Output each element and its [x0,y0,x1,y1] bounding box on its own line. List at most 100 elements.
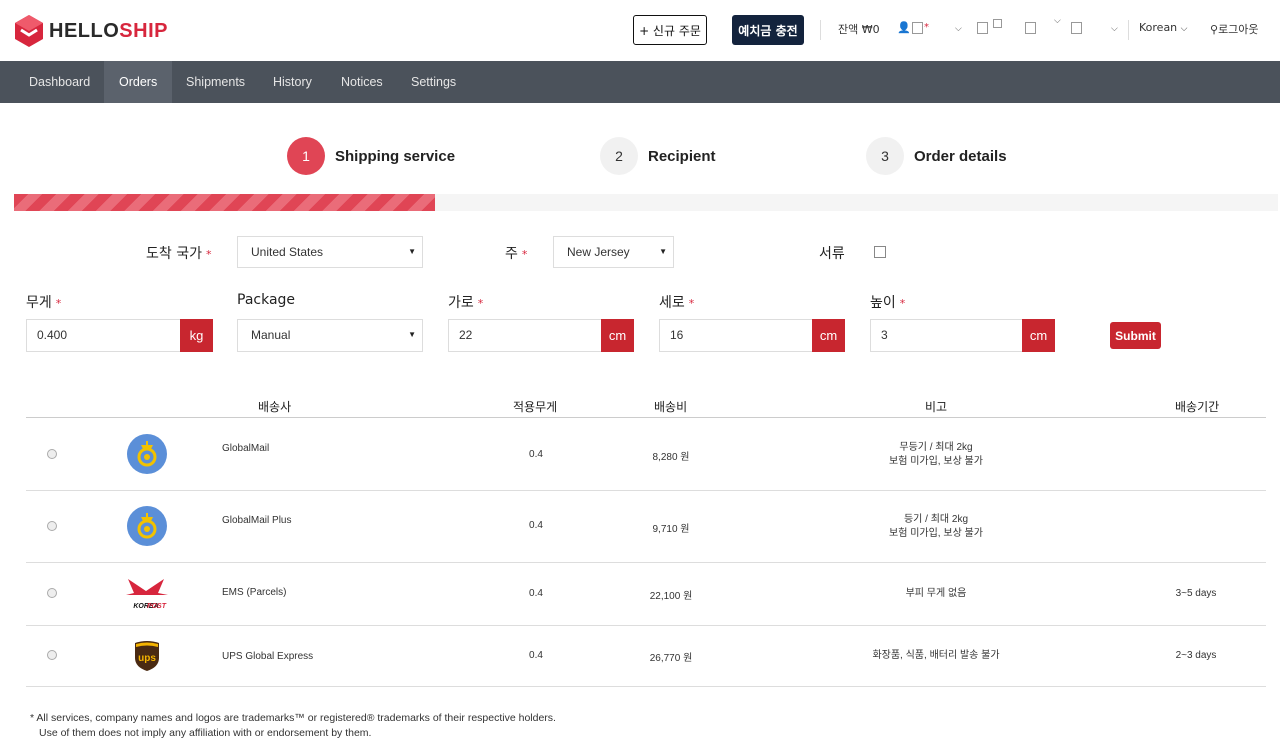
table-row[interactable]: GlobalMail Plus 0.4 9,710 원 등기 / 최대 2kg 보… [26,491,1266,563]
svg-text:POST: POST [147,603,167,610]
caret-down-icon: ▼ [408,330,416,339]
carrier-radio[interactable] [47,449,57,459]
width-label: 가로 * [448,295,484,311]
nav-dashboard[interactable]: Dashboard [14,61,105,103]
caret-down-icon: ▼ [408,247,416,256]
redacted-mark: * [924,22,929,33]
key-icon: ⚲ [1210,23,1219,36]
carrier-name: GlobalMail Plus [222,515,292,526]
delivery-time: 2~3 days [1175,650,1217,661]
logo-text: HELLOSHIP [49,19,168,42]
documents-checkbox[interactable] [874,246,886,258]
carrier-radio[interactable] [47,521,57,531]
delivery-time: 3~5 days [1175,588,1217,599]
chevron-down-icon[interactable]: ⌵ [1111,24,1118,34]
svg-text:ups: ups [138,653,156,664]
carrier-name: EMS (Parcels) [222,587,287,598]
applied-weight: 0.4 [529,520,543,531]
redacted-box [977,22,988,34]
state-label: 주 * [505,246,528,262]
charge-deposit-button[interactable]: 예치금 충전 [732,15,804,45]
length-unit-badge: cm [812,319,845,352]
nav-shipments[interactable]: Shipments [171,61,260,103]
caret-down-icon: ▼ [659,247,667,256]
balance-text: 잔액 ₩0 [838,23,880,36]
width-input[interactable]: 22 [448,319,602,352]
progress-bar [14,194,1278,211]
top-header: HELLOSHIP + 신규 주문 예치금 충전 잔액 ₩0 👤 * ⌵ ⌵ ⌵… [0,0,1280,61]
applied-weight: 0.4 [529,449,543,460]
redacted-box [993,19,1002,28]
korea-post-logo: KOREA POST [122,577,170,615]
col-header-applied-weight: 적용무게 [513,400,558,414]
chevron-down-icon[interactable]: ⌵ [1054,16,1061,26]
table-row[interactable]: KOREA POST EMS (Parcels) 0.4 22,100 원 부피 … [26,563,1266,626]
height-label: 높이 * [870,295,906,311]
col-header-fee: 배송비 [654,400,688,414]
country-label: 도착 국가 * [146,246,212,262]
height-unit-badge: cm [1022,319,1055,352]
main-nav: Dashboard Orders Shipments History Notic… [0,61,1280,103]
step-label: Order details [914,147,1007,165]
new-order-button[interactable]: + 신규 주문 [633,15,707,45]
shipping-fee: 9,710 원 [652,524,690,535]
col-header-delivery-time: 배송기간 [1175,400,1220,414]
length-input[interactable]: 16 [659,319,813,352]
ups-logo: ups [134,640,160,676]
shipping-fee: 26,770 원 [649,653,693,664]
state-select[interactable]: New Jersey ▼ [553,236,674,268]
shipping-fee: 22,100 원 [649,591,693,602]
shipping-fee: 8,280 원 [652,452,690,463]
nav-orders[interactable]: Orders [104,61,173,103]
weight-input[interactable]: 0.400 [26,319,182,352]
weight-unit-badge: kg [180,319,213,352]
carrier-name: GlobalMail [222,443,270,454]
redacted-box [912,22,923,34]
carrier-radio[interactable] [47,588,57,598]
chevron-down-icon: ⌵ [1180,24,1188,34]
step-number: 3 [866,137,904,175]
package-label: Package [237,292,296,308]
trademark-footnote: * All services, company names and logos … [30,712,556,739]
step-recipient[interactable]: 2 Recipient [600,137,716,175]
user-icon: 👤 [897,21,911,34]
step-order-details[interactable]: 3 Order details [866,137,1007,175]
step-shipping-service[interactable]: 1 Shipping service [287,137,455,175]
nav-settings[interactable]: Settings [396,61,471,103]
width-unit-badge: cm [601,319,634,352]
progress-bar-fill [14,194,435,211]
redacted-box [1071,22,1082,34]
carrier-radio[interactable] [47,650,57,660]
chevron-down-icon[interactable]: ⌵ [955,24,962,34]
helloship-logo[interactable]: HELLOSHIP [14,14,168,48]
table-row[interactable]: ups UPS Global Express 0.4 26,770 원 화장품,… [26,626,1266,687]
weight-label: 무게 * [26,295,62,311]
applied-weight: 0.4 [529,650,543,661]
carrier-notes: 화장품, 식품, 배터리 발송 불가 [872,650,1000,661]
col-header-notes: 비고 [925,400,948,414]
carrier-notes: 부피 무게 없음 [905,588,967,599]
carrier-notes: 무등기 / 최대 2kg 보험 미가입, 보상 불가 [889,442,983,467]
documents-label: 서류 [819,246,845,262]
header-divider [1128,20,1129,40]
carrier-name: UPS Global Express [222,651,314,662]
country-select[interactable]: United States ▼ [237,236,423,268]
cube-logo-icon [15,15,43,47]
language-select[interactable]: Korean ⌵ [1139,21,1187,34]
step-label: Shipping service [335,147,456,165]
step-label: Recipient [648,147,716,165]
length-label: 세로 * [659,295,695,311]
step-number: 1 [287,137,325,175]
nav-history[interactable]: History [258,61,327,103]
table-row[interactable]: GlobalMail 0.4 8,280 원 무등기 / 최대 2kg 보험 미가… [26,418,1266,491]
logout-link[interactable]: ⚲로그아웃 [1210,21,1259,37]
applied-weight: 0.4 [529,588,543,599]
nav-notices[interactable]: Notices [326,61,398,103]
posthorn-icon [126,505,168,551]
step-number: 2 [600,137,638,175]
col-header-carrier: 배송사 [258,400,292,414]
header-divider [820,20,821,40]
submit-button[interactable]: Submit [1110,322,1161,349]
height-input[interactable]: 3 [870,319,1024,352]
package-select[interactable]: Manual ▼ [237,319,423,352]
